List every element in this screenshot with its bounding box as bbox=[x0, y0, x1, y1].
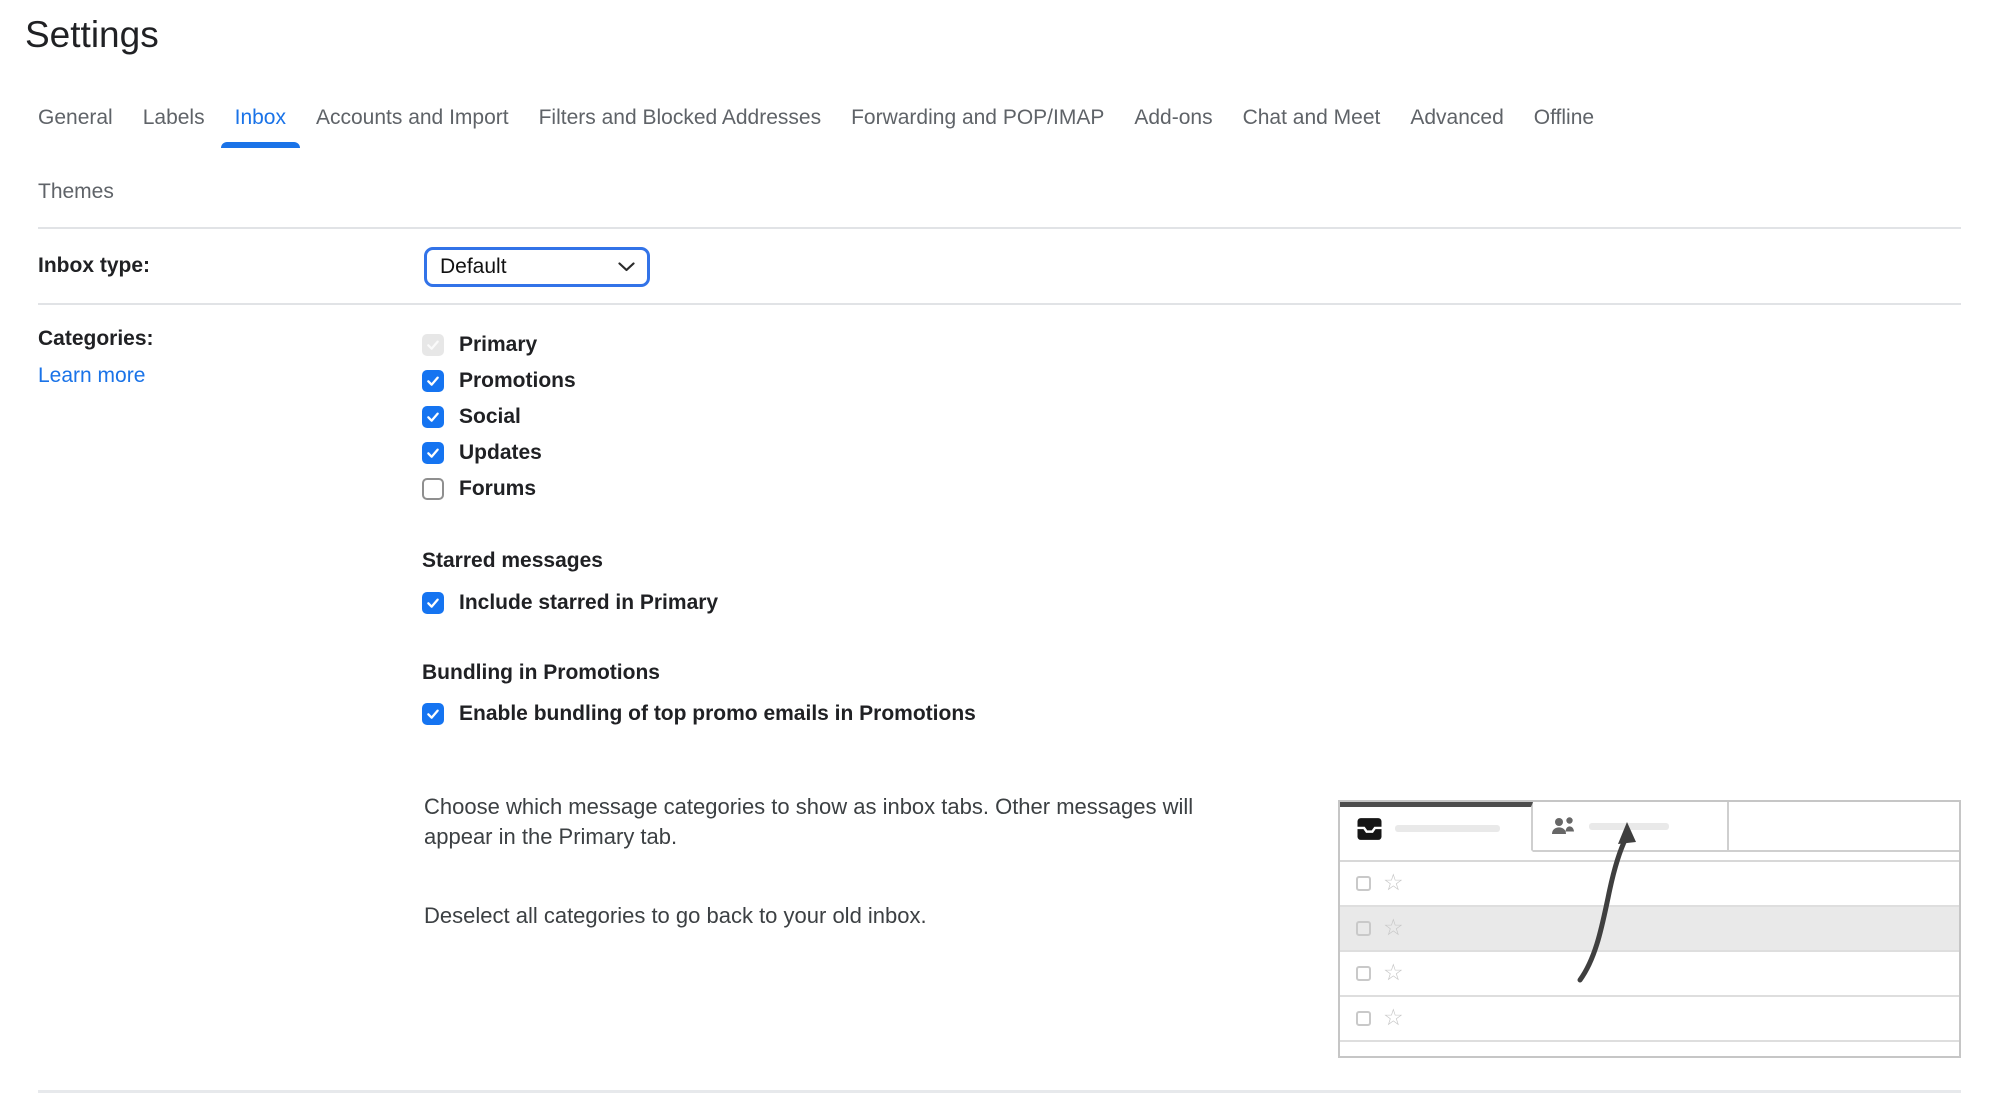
starred-messages-heading: Starred messages bbox=[422, 549, 603, 573]
placeholder-bar bbox=[1589, 823, 1669, 830]
category-option-row: Promotions bbox=[422, 363, 576, 399]
people-icon bbox=[1549, 816, 1577, 836]
tab-add-ons[interactable]: Add-ons bbox=[1134, 104, 1212, 131]
check-icon bbox=[425, 337, 441, 353]
tab-offline[interactable]: Offline bbox=[1534, 104, 1594, 131]
bundling-option-label: Enable bundling of top promo emails in P… bbox=[459, 702, 976, 726]
inbox-type-label: Inbox type: bbox=[38, 254, 150, 278]
page-title: Settings bbox=[25, 14, 159, 56]
check-icon bbox=[425, 595, 441, 611]
tab-general[interactable]: General bbox=[38, 104, 113, 131]
checkbox-promotions[interactable] bbox=[422, 370, 444, 392]
inbox-type-select[interactable]: Default bbox=[424, 247, 650, 287]
inbox-tabs-illustration: ☆ ☆ ☆ ☆ bbox=[1338, 800, 1961, 1058]
illustration-tab-social bbox=[1533, 802, 1729, 850]
category-label: Updates bbox=[459, 441, 542, 465]
category-label: Forums bbox=[459, 477, 536, 501]
categories-label: Categories: bbox=[38, 327, 154, 351]
illustration-email-rows: ☆ ☆ ☆ ☆ bbox=[1340, 860, 1959, 1042]
checkbox-updates[interactable] bbox=[422, 442, 444, 464]
check-icon bbox=[425, 373, 441, 389]
star-outline-icon: ☆ bbox=[1383, 872, 1404, 895]
checkbox-enable-bundling[interactable] bbox=[422, 703, 444, 725]
category-label: Social bbox=[459, 405, 521, 429]
checkbox-outline-icon bbox=[1356, 876, 1371, 891]
check-icon bbox=[425, 706, 441, 722]
tab-themes[interactable]: Themes bbox=[38, 178, 114, 205]
categories-description: Choose which message categories to show … bbox=[424, 792, 1244, 852]
settings-tabs-row-1: General Labels Inbox Accounts and Import Fil… bbox=[38, 104, 1594, 131]
checkbox-outline-icon bbox=[1356, 1011, 1371, 1026]
tab-inbox[interactable]: Inbox bbox=[235, 104, 286, 131]
inbox-type-selected-value: Default bbox=[440, 255, 507, 279]
check-icon bbox=[425, 409, 441, 425]
starred-option-row: Include starred in Primary bbox=[422, 585, 718, 621]
star-outline-icon: ☆ bbox=[1383, 962, 1404, 985]
bottom-divider bbox=[38, 1090, 1961, 1093]
bundling-option-row: Enable bundling of top promo emails in P… bbox=[422, 696, 976, 732]
checkbox-outline-icon bbox=[1356, 966, 1371, 981]
star-outline-icon: ☆ bbox=[1383, 1007, 1404, 1030]
category-option-row: Updates bbox=[422, 435, 576, 471]
checkbox-forums[interactable] bbox=[422, 478, 444, 500]
tab-chat-and-meet[interactable]: Chat and Meet bbox=[1243, 104, 1381, 131]
illustration-tab-primary bbox=[1340, 802, 1533, 852]
tab-labels[interactable]: Labels bbox=[143, 104, 205, 131]
settings-tabs-row-2: Themes bbox=[38, 178, 114, 205]
category-checkbox-list: Primary Promotions Social Updates Forums bbox=[422, 327, 576, 507]
chevron-down-icon bbox=[618, 262, 635, 272]
tab-advanced[interactable]: Advanced bbox=[1410, 104, 1503, 131]
tab-forwarding-and-pop-imap[interactable]: Forwarding and POP/IMAP bbox=[851, 104, 1104, 131]
starred-option-label: Include starred in Primary bbox=[459, 591, 718, 615]
gmail-settings-page: Settings General Labels Inbox Accounts and … bbox=[0, 0, 1999, 1098]
illustration-email-row: ☆ bbox=[1340, 907, 1959, 952]
category-option-row: Social bbox=[422, 399, 576, 435]
checkbox-primary bbox=[422, 334, 444, 356]
category-option-row: Primary bbox=[422, 327, 576, 363]
illustration-email-row: ☆ bbox=[1340, 952, 1959, 997]
checkbox-outline-icon bbox=[1356, 921, 1371, 936]
illustration-email-row: ☆ bbox=[1340, 997, 1959, 1042]
checkbox-include-starred-in-primary[interactable] bbox=[422, 592, 444, 614]
checkbox-social[interactable] bbox=[422, 406, 444, 428]
placeholder-bar bbox=[1395, 825, 1500, 832]
tab-filters-and-blocked-addresses[interactable]: Filters and Blocked Addresses bbox=[539, 104, 821, 131]
divider-under-inbox-type bbox=[38, 303, 1961, 305]
tab-accounts-and-import[interactable]: Accounts and Import bbox=[316, 104, 509, 131]
bundling-heading: Bundling in Promotions bbox=[422, 661, 660, 685]
check-icon bbox=[425, 445, 441, 461]
inbox-icon bbox=[1356, 817, 1383, 841]
deselect-description: Deselect all categories to go back to yo… bbox=[424, 901, 1244, 931]
category-option-row: Forums bbox=[422, 471, 576, 507]
category-label: Primary bbox=[459, 333, 537, 357]
illustration-tabbar bbox=[1340, 802, 1959, 852]
learn-more-link[interactable]: Learn more bbox=[38, 364, 145, 388]
category-label: Promotions bbox=[459, 369, 576, 393]
divider-under-tabs bbox=[38, 227, 1961, 229]
star-outline-icon: ☆ bbox=[1383, 917, 1404, 940]
illustration-email-row: ☆ bbox=[1340, 862, 1959, 907]
